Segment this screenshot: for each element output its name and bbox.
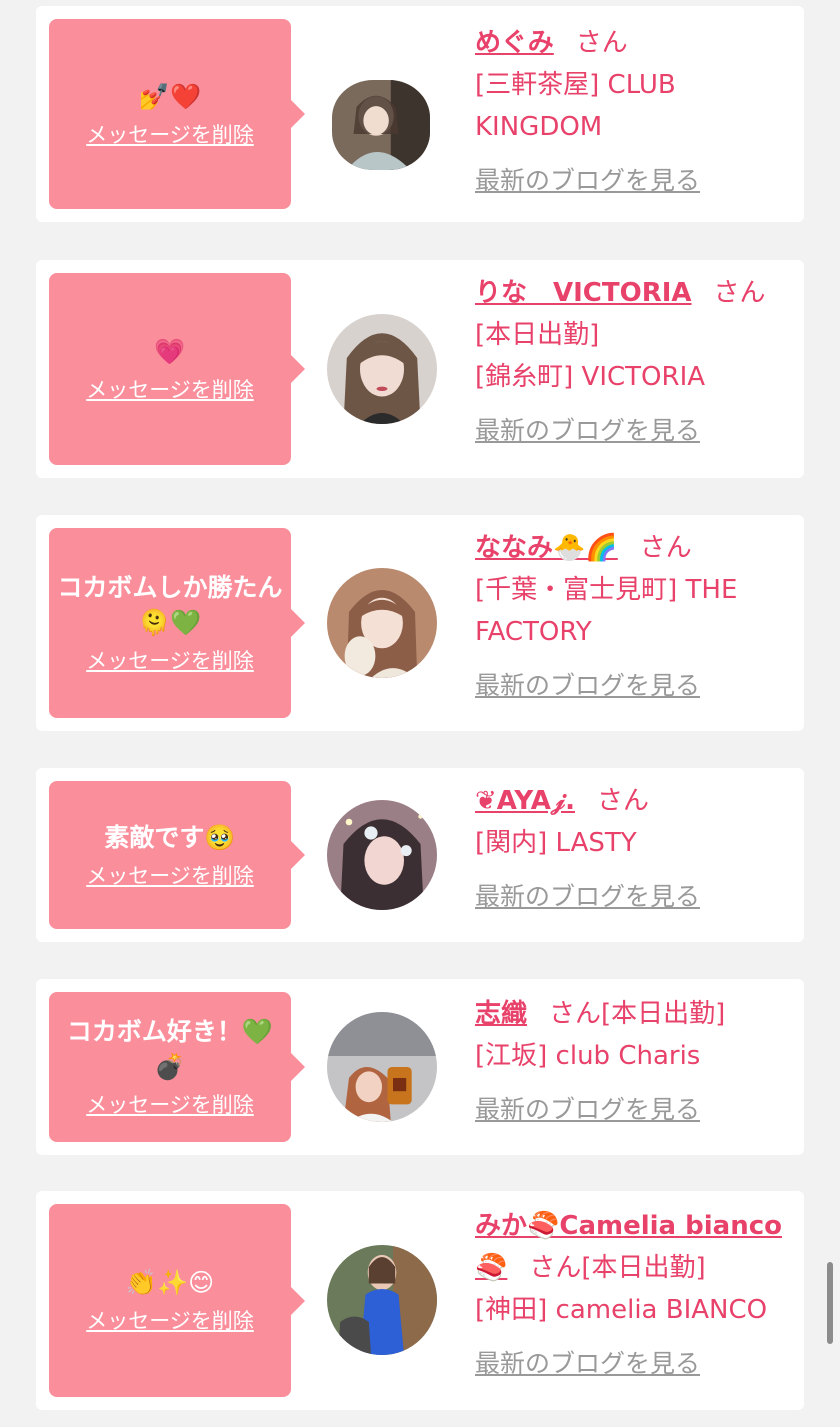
avatar[interactable]	[332, 80, 430, 170]
message-text: 💗	[154, 336, 186, 366]
status-label: [本日出勤]	[601, 999, 726, 1029]
message-text: コカボム好き！💚💣	[66, 1017, 274, 1081]
message-card: 👏✨😊 メッセージを削除 みか🍣Camelia bianco🍣 さん[本日出勤] …	[36, 1191, 804, 1410]
message-text: 素敵です🥹	[104, 822, 236, 852]
message-text: 👏✨😊	[125, 1268, 215, 1297]
san-label: さん	[529, 1253, 582, 1283]
cast-info: みか🍣Camelia bianco🍣 さん[本日出勤] [神田] camelia …	[475, 1205, 795, 1385]
delete-message-link[interactable]: メッセージを削除	[86, 120, 254, 150]
latest-blog-link[interactable]: 最新のブログを見る	[475, 160, 700, 202]
avatar[interactable]	[327, 568, 437, 678]
message-bubble: コカボムしか勝たん🫠💚 メッセージを削除	[49, 528, 305, 718]
avatar[interactable]	[327, 314, 437, 424]
cast-name-link[interactable]: りな VICTORIA	[475, 278, 692, 308]
cast-info: めぐみ さん [三軒茶屋] CLUB KINGDOM 最新のブログを見る	[475, 22, 795, 202]
message-bubble: コカボム好き！💚💣 メッセージを削除	[49, 992, 305, 1142]
message-text: 💅❤️	[138, 81, 202, 111]
san-label: さん	[596, 786, 649, 816]
avatar[interactable]	[327, 800, 437, 910]
delete-message-link[interactable]: メッセージを削除	[86, 861, 254, 891]
message-card: 素敵です🥹 メッセージを削除 ❦AYA𝒿. さん [関内] LASTY 最新のブロ…	[36, 768, 804, 942]
shop-text: [関内] LASTY	[475, 828, 637, 858]
cast-name-link[interactable]: ななみ🐣🌈	[475, 533, 618, 563]
message-card: 💗 メッセージを削除 りな VICTORIA さん [本日出勤] [錦糸町] VI…	[36, 260, 804, 478]
delete-message-link[interactable]: メッセージを削除	[86, 375, 254, 405]
delete-message-link[interactable]: メッセージを削除	[86, 1090, 254, 1120]
shop-text: [江坂] club Charis	[475, 1041, 701, 1071]
shop-text: [本日出勤]	[475, 320, 600, 350]
shop-text: [千葉・富士見町] THE FACTORY	[475, 575, 738, 647]
shop-text: [三軒茶屋] CLUB KINGDOM	[475, 70, 676, 142]
cast-info: ❦AYA𝒿. さん [関内] LASTY 最新のブログを見る	[475, 780, 795, 918]
cast-name-link[interactable]: 志織	[475, 999, 527, 1029]
shop-text: [錦糸町] VICTORIA	[475, 362, 706, 392]
san-label: さん	[575, 28, 628, 58]
message-text: コカボムしか勝たん🫠💚	[57, 573, 283, 637]
latest-blog-link[interactable]: 最新のブログを見る	[475, 410, 700, 452]
cast-info: 志織 さん[本日出勤] [江坂] club Charis 最新のブログを見る	[475, 993, 795, 1131]
avatar[interactable]	[327, 1245, 437, 1355]
delete-message-link[interactable]: メッセージを削除	[86, 646, 254, 676]
latest-blog-link[interactable]: 最新のブログを見る	[475, 876, 700, 918]
shop-text: [神田] camelia BIANCO	[475, 1295, 768, 1325]
status-label: [本日出勤]	[581, 1253, 706, 1283]
cast-info: ななみ🐣🌈 さん [千葉・富士見町] THE FACTORY 最新のブログを見る	[475, 527, 795, 707]
message-bubble: 素敵です🥹 メッセージを削除	[49, 781, 305, 929]
scrollbar[interactable]	[827, 1262, 833, 1344]
latest-blog-link[interactable]: 最新のブログを見る	[475, 1343, 700, 1385]
message-bubble: 💅❤️ メッセージを削除	[49, 19, 305, 209]
cast-info: りな VICTORIA さん [本日出勤] [錦糸町] VICTORIA 最新のブ…	[475, 272, 795, 452]
san-label: さん	[713, 278, 766, 308]
cast-name-link[interactable]: めぐみ	[475, 28, 554, 58]
delete-message-link[interactable]: メッセージを削除	[86, 1306, 254, 1336]
san-label: さん	[639, 533, 692, 563]
san-label: さん	[549, 999, 602, 1029]
message-card: コカボムしか勝たん🫠💚 メッセージを削除 ななみ🐣🌈 さん [千葉・富士見町] T…	[36, 515, 804, 731]
latest-blog-link[interactable]: 最新のブログを見る	[475, 1089, 700, 1131]
message-bubble: 👏✨😊 メッセージを削除	[49, 1204, 305, 1397]
message-card: 💅❤️ メッセージを削除 めぐみ さん [三軒茶屋] CLUB KINGDOM 最…	[36, 6, 804, 222]
message-bubble: 💗 メッセージを削除	[49, 273, 305, 465]
latest-blog-link[interactable]: 最新のブログを見る	[475, 665, 700, 707]
message-card: コカボム好き！💚💣 メッセージを削除 志織 さん[本日出勤] [江坂] club …	[36, 979, 804, 1155]
cast-name-link[interactable]: ❦AYA𝒿.	[475, 786, 575, 816]
avatar[interactable]	[327, 1012, 437, 1122]
